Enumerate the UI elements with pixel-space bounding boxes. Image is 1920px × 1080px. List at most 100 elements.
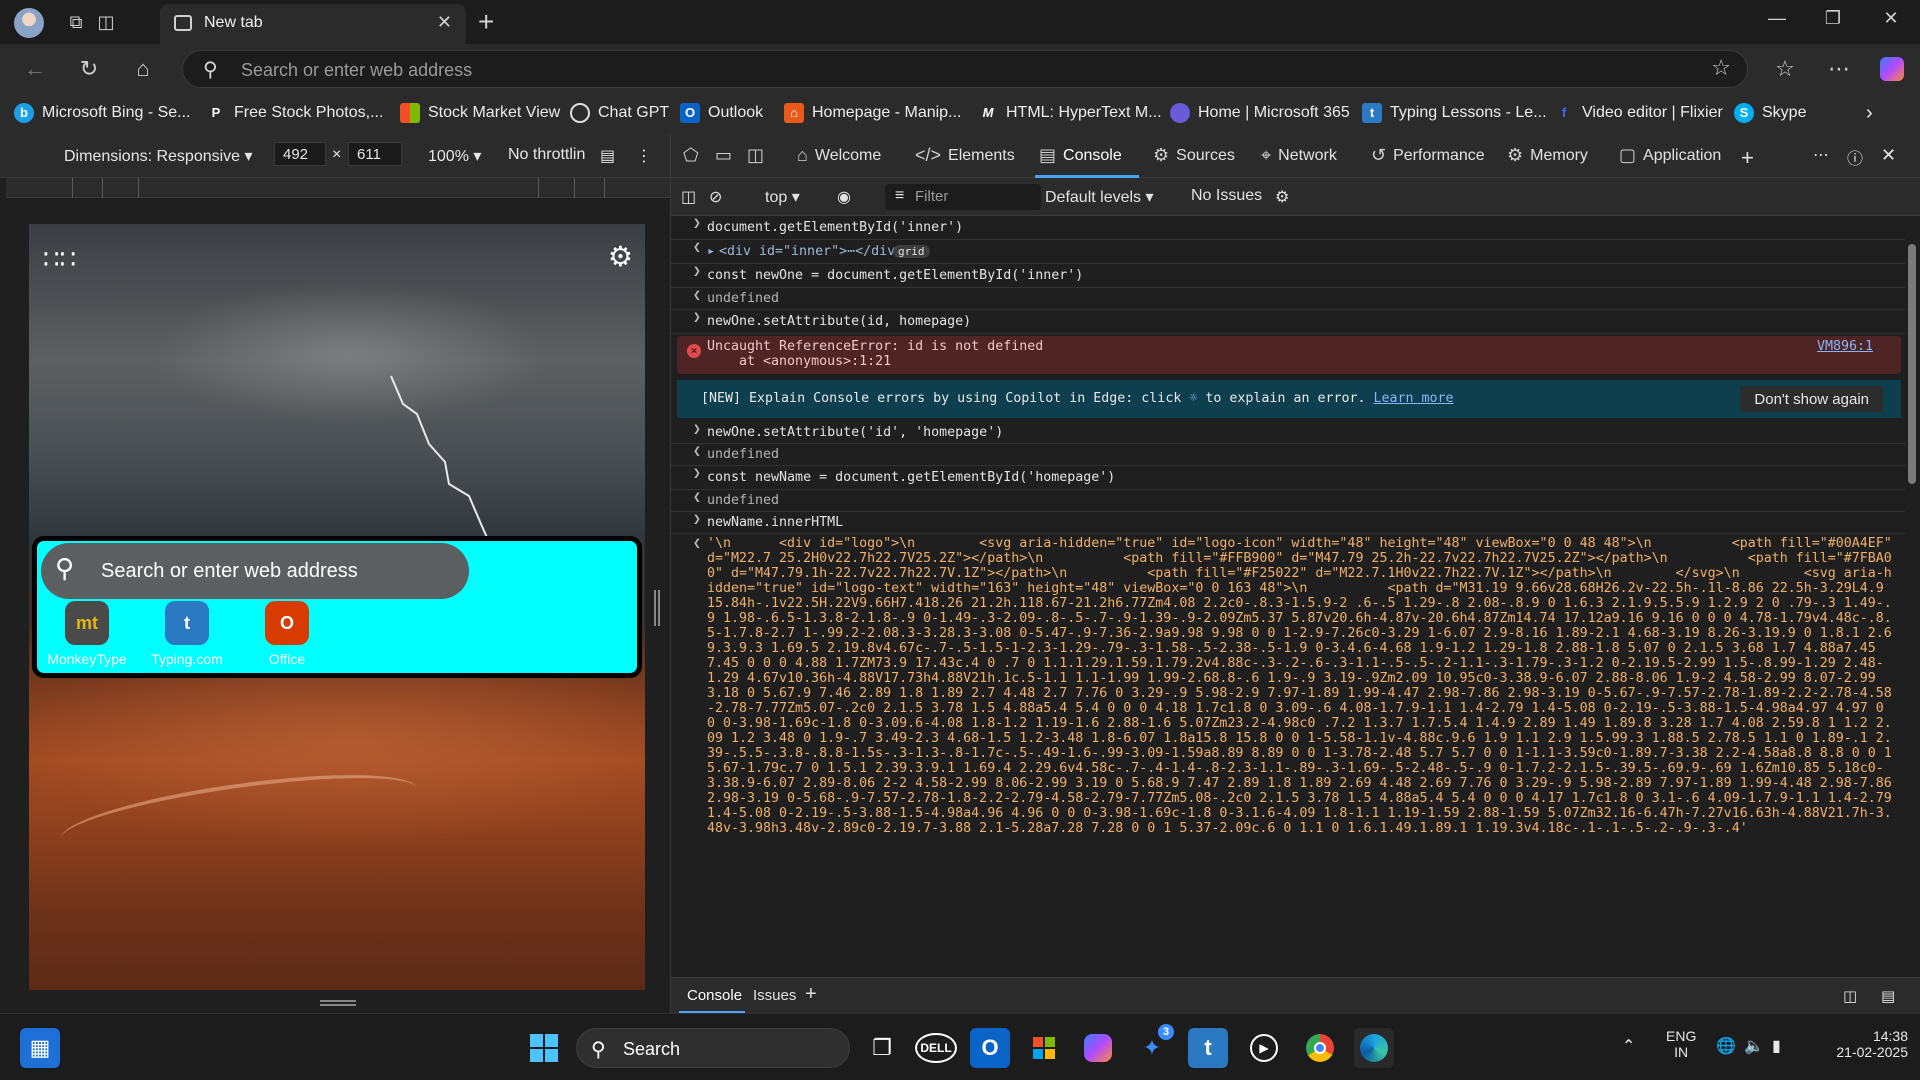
- element-preview[interactable]: <div id="inner">⋯</div>: [719, 244, 903, 259]
- store-icon[interactable]: [1024, 1028, 1064, 1068]
- favorite-pexels[interactable]: P Free Stock Photos,...: [206, 101, 384, 125]
- task-view-icon[interactable]: ❐: [862, 1028, 902, 1068]
- add-tab-icon[interactable]: +: [1741, 145, 1754, 171]
- tab-welcome[interactable]: ⌂ Welcome: [797, 145, 881, 166]
- tab-network[interactable]: ⌖ Network: [1261, 145, 1337, 166]
- windows-start-icon[interactable]: [524, 1028, 564, 1068]
- address-input[interactable]: Search or enter web address: [241, 60, 472, 81]
- drawer-tab-console[interactable]: Console: [687, 987, 742, 1004]
- chrome-icon[interactable]: [1300, 1028, 1340, 1068]
- browser-tab[interactable]: New tab ✕: [160, 4, 466, 44]
- device-toggle-icon[interactable]: ▭: [715, 145, 732, 166]
- settings-gear-icon[interactable]: ⚙: [608, 240, 633, 273]
- viewport-bottom-resize-handle[interactable]: [320, 1000, 356, 1006]
- network-icon[interactable]: 🌐: [1716, 1036, 1736, 1056]
- dock-side-icon[interactable]: ◫: [747, 145, 764, 166]
- favorite-m365[interactable]: Home | Microsoft 365: [1170, 101, 1350, 125]
- console-settings-gear-icon[interactable]: ⚙: [1275, 187, 1289, 207]
- taskbar-search[interactable]: ⚲ Search: [576, 1028, 850, 1068]
- tab-close-icon[interactable]: ✕: [437, 12, 452, 33]
- favorite-chatgpt[interactable]: Chat GPT: [570, 101, 669, 125]
- inspect-element-icon[interactable]: ⬠: [683, 145, 699, 166]
- widgets-icon[interactable]: ▦: [20, 1028, 60, 1068]
- console-error[interactable]: × Uncaught ReferenceError: id is not def…: [677, 336, 1901, 374]
- live-expression-eye-icon[interactable]: ◉: [837, 187, 851, 207]
- close-devtools-icon[interactable]: ✕: [1881, 145, 1896, 166]
- profile-avatar[interactable]: [14, 8, 44, 38]
- favorite-homepage[interactable]: ⌂ Homepage - Manip...: [784, 101, 961, 125]
- favorite-typing[interactable]: t Typing Lessons - Le...: [1362, 101, 1547, 125]
- tab-console[interactable]: ▤ Console: [1039, 145, 1122, 166]
- vscode-icon[interactable]: ✦ 3: [1132, 1024, 1174, 1068]
- favorite-mdn[interactable]: M HTML: HyperText M...: [978, 101, 1162, 125]
- copilot-icon[interactable]: [1078, 1028, 1118, 1068]
- width-input[interactable]: 492: [274, 142, 326, 166]
- tab-elements[interactable]: </> Elements: [915, 145, 1015, 166]
- dont-show-again-button[interactable]: Don't show again: [1740, 386, 1883, 412]
- copilot-icon[interactable]: [1880, 57, 1904, 81]
- shortcut-typing[interactable]: t Typing.com: [137, 601, 237, 667]
- favorite-flixier[interactable]: f Video editor | Flixier: [1554, 101, 1723, 125]
- favorite-outlook[interactable]: O Outlook: [680, 101, 763, 125]
- back-icon[interactable]: ←: [22, 56, 48, 82]
- language-indicator[interactable]: ENG IN: [1666, 1028, 1696, 1060]
- height-input[interactable]: 611: [348, 142, 402, 166]
- tray-overflow-chevron-icon[interactable]: ⌃: [1622, 1036, 1635, 1056]
- favorite-star-icon[interactable]: ☆: [1711, 55, 1731, 81]
- newtab-search-box[interactable]: ⚲ Search or enter web address: [41, 543, 469, 599]
- favorite-stock-market[interactable]: Stock Market View: [400, 101, 560, 125]
- shortcut-office[interactable]: O Office: [237, 601, 337, 667]
- edge-icon[interactable]: [1354, 1028, 1394, 1068]
- dimensions-select[interactable]: Dimensions: Responsive ▾: [64, 146, 253, 166]
- devtools-more-icon[interactable]: ⋯: [1813, 145, 1829, 165]
- dell-icon[interactable]: DELL: [915, 1028, 957, 1068]
- volume-icon[interactable]: 🔈: [1744, 1036, 1764, 1056]
- vertical-tabs-icon[interactable]: ◫: [94, 10, 118, 34]
- drawer-tab-issues[interactable]: Issues: [753, 987, 796, 1004]
- shortcut-monkeytype[interactable]: mt MonkeyType: [37, 601, 137, 667]
- console-scrollbar[interactable]: [1905, 224, 1919, 964]
- restore-icon[interactable]: ❐: [1818, 8, 1848, 29]
- media-player-icon[interactable]: ▶: [1244, 1028, 1284, 1068]
- error-source-link[interactable]: VM896:1: [1817, 339, 1873, 354]
- console-result-line[interactable]: ❮ ▸ <div id="inner">⋯</div> grid: [671, 240, 1905, 264]
- favorites-icon[interactable]: ☆: [1772, 56, 1798, 82]
- home-icon[interactable]: ⌂: [130, 56, 156, 82]
- outlook-icon[interactable]: O: [970, 1028, 1010, 1068]
- favorites-overflow-chevron-icon[interactable]: ›: [1866, 101, 1873, 125]
- address-bar[interactable]: ⚲ Search or enter web address ☆: [182, 50, 1748, 88]
- drawer-add-icon[interactable]: +: [805, 983, 817, 1006]
- favorite-skype[interactable]: S Skype: [1734, 101, 1806, 125]
- minimize-icon[interactable]: —: [1762, 8, 1792, 29]
- apps-grid-icon[interactable]: ∷∷: [43, 244, 76, 275]
- close-window-icon[interactable]: ✕: [1876, 8, 1906, 29]
- context-select[interactable]: top ▾: [765, 187, 800, 207]
- filter-input[interactable]: Filter: [885, 184, 1041, 210]
- drawer-dock-icon[interactable]: ◫: [1843, 987, 1857, 1005]
- favorite-bing[interactable]: b Microsoft Bing - Se...: [14, 101, 191, 125]
- battery-icon[interactable]: ▮: [1772, 1036, 1781, 1056]
- tab-sources[interactable]: ⚙ Sources: [1153, 145, 1235, 166]
- issues-counter[interactable]: No Issues: [1191, 187, 1262, 205]
- refresh-icon[interactable]: ↻: [76, 56, 102, 82]
- help-icon[interactable]: ⓘ: [1847, 145, 1863, 169]
- learn-more-link[interactable]: Learn more: [1374, 391, 1454, 406]
- typing-app-icon[interactable]: t: [1188, 1028, 1228, 1068]
- clear-console-icon[interactable]: ⊘: [709, 187, 722, 207]
- more-device-options-icon[interactable]: ⋮: [636, 146, 652, 166]
- tab-performance[interactable]: ↺ Performance: [1371, 145, 1485, 166]
- tab-application[interactable]: ▢ Application: [1619, 145, 1721, 166]
- expand-triangle-icon[interactable]: ▸: [707, 244, 715, 259]
- new-tab-button[interactable]: +: [478, 6, 494, 38]
- scrollbar-thumb[interactable]: [1908, 244, 1916, 484]
- sidebar-toggle-icon[interactable]: ◫: [681, 187, 696, 207]
- grid-badge[interactable]: grid: [893, 245, 930, 258]
- clock[interactable]: 14:38 21-02-2025: [1812, 1028, 1908, 1060]
- workspaces-icon[interactable]: ⧉: [64, 10, 88, 34]
- more-options-icon[interactable]: ⋯: [1826, 56, 1852, 82]
- throttle-select[interactable]: No throttlin: [508, 146, 585, 164]
- tab-memory[interactable]: ⚙ Memory: [1507, 145, 1588, 166]
- zoom-select[interactable]: 100% ▾: [428, 146, 481, 166]
- save-data-icon[interactable]: ▤: [600, 146, 615, 166]
- viewport-resize-handle[interactable]: [654, 590, 660, 626]
